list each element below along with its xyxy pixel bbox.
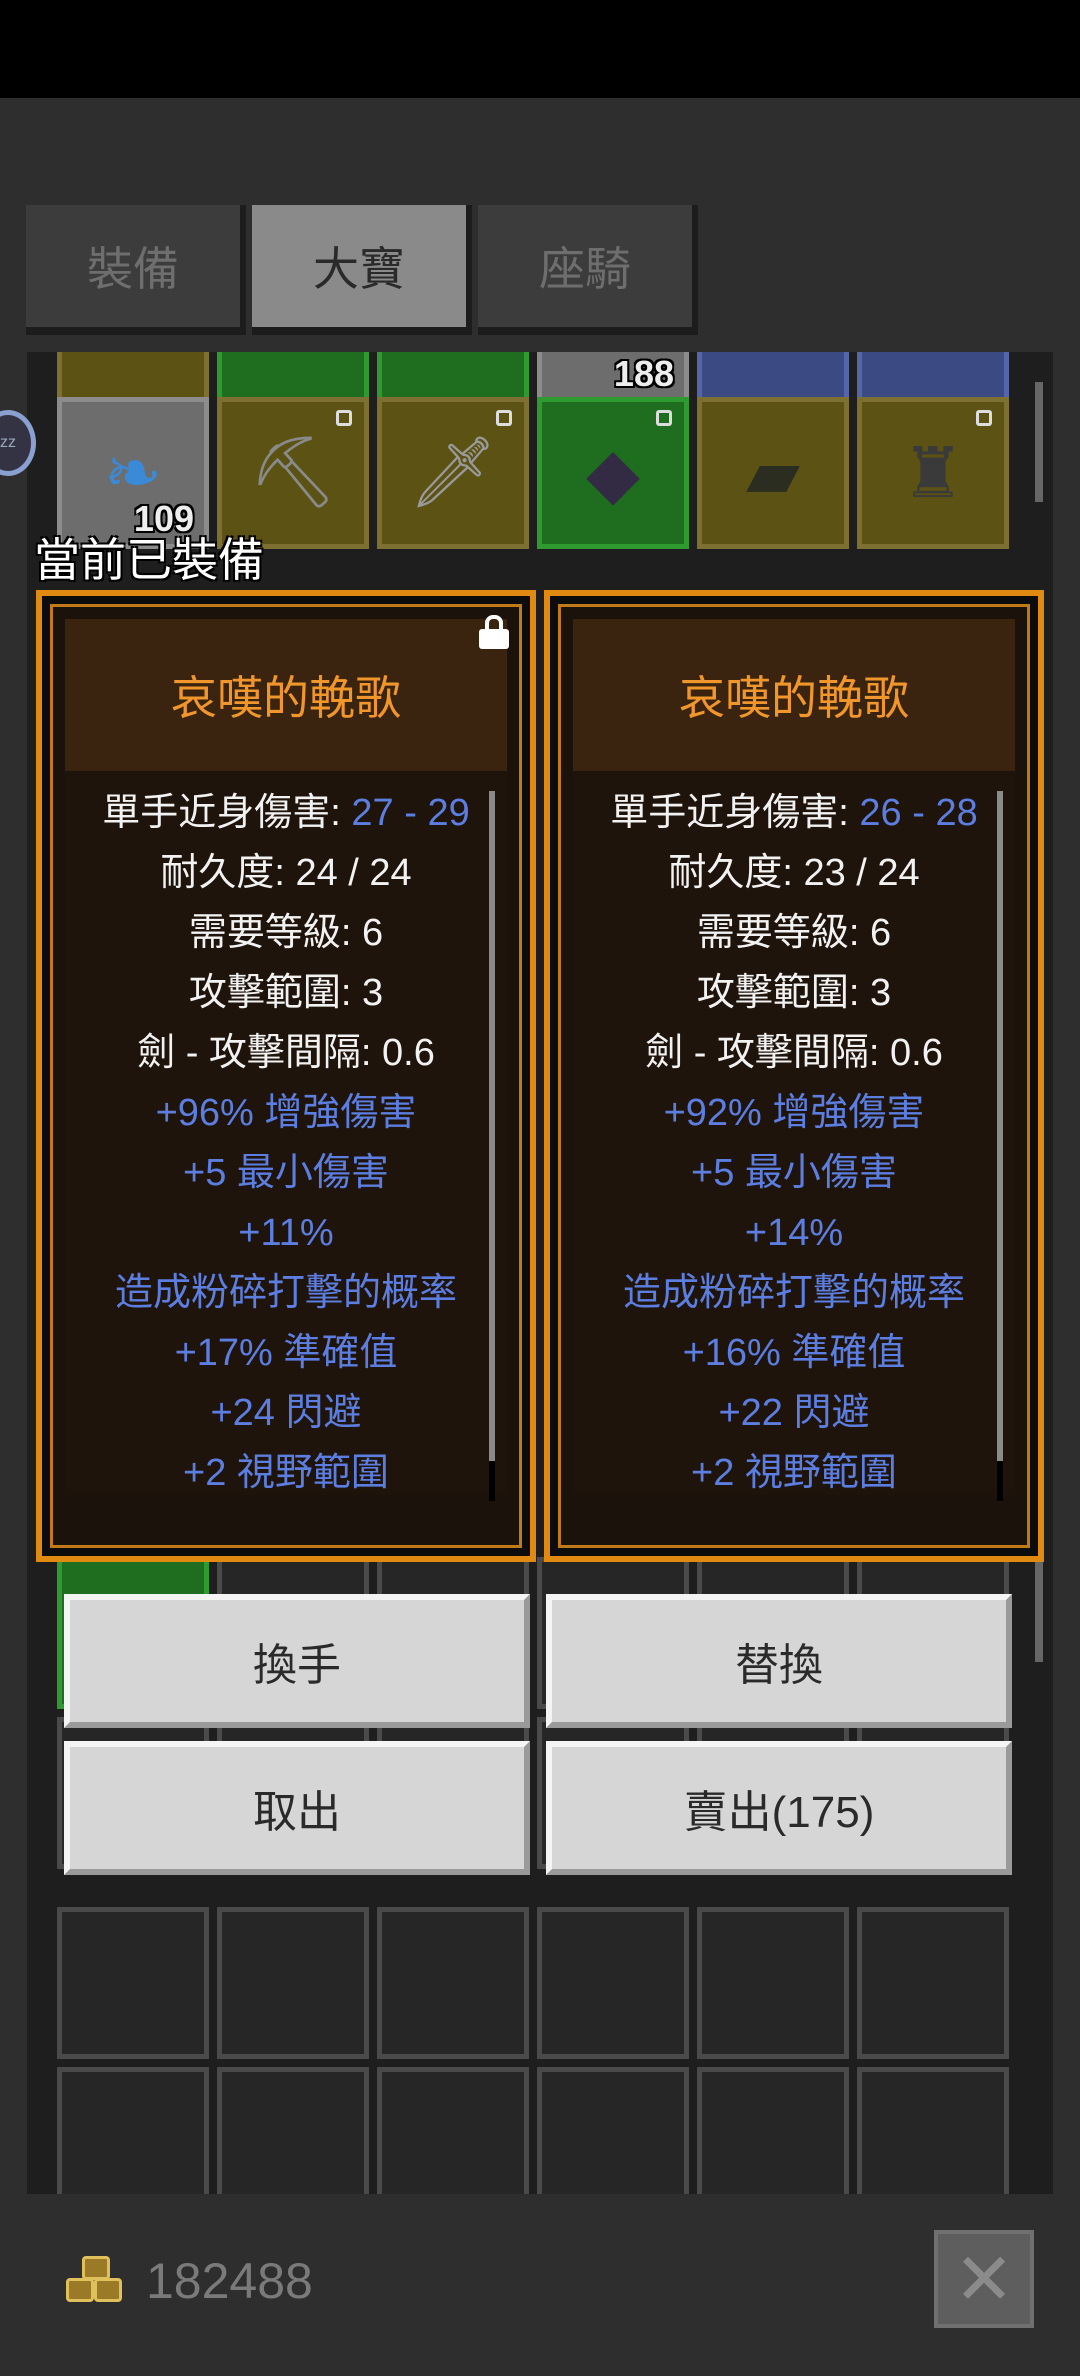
card-scrollbar[interactable] — [489, 791, 495, 1461]
card-frame: 哀嘆的輓歌 單手近身傷害: 27 - 29 耐久度: 24 / 24 需要等級:… — [50, 604, 522, 1548]
inventory-slot[interactable] — [217, 2067, 369, 2194]
frame-corner-ornament — [544, 1528, 578, 1562]
modifier: +24 閃避 — [210, 1392, 362, 1434]
tab-mount[interactable]: 座騎 — [478, 205, 698, 335]
card-frame: 哀嘆的輓歌 單手近身傷害: 26 - 28 耐久度: 23 / 24 需要等級:… — [558, 604, 1030, 1548]
stat-required-level: 需要等級: 6 — [696, 912, 892, 954]
frame-corner-ornament — [502, 1528, 536, 1562]
modifier: +2 視野範圍 — [183, 1452, 389, 1494]
status-bar — [0, 0, 1080, 98]
inventory-slot[interactable] — [697, 1907, 849, 2059]
inventory-slot[interactable] — [537, 1907, 689, 2059]
inventory-slot[interactable]: ♜ — [857, 397, 1009, 549]
frame-corner-ornament — [36, 590, 70, 624]
stat-damage: 單手近身傷害: 27 - 29 — [102, 792, 470, 834]
inventory-slot[interactable] — [57, 1907, 209, 2059]
inventory-slot[interactable] — [857, 2067, 1009, 2194]
gold-amount: 182488 — [146, 2253, 313, 2309]
modifier: +5 最小傷害 — [691, 1152, 897, 1194]
gold-coins-icon — [66, 2256, 126, 2310]
modifier: +11% — [238, 1212, 334, 1254]
modifier: 造成粉碎打擊的概率 — [114, 1272, 457, 1314]
inventory-slot[interactable]: ◆ — [537, 397, 689, 549]
item-quantity: 188 — [613, 353, 674, 394]
tab-treasure[interactable]: 大寶 — [252, 205, 472, 335]
currently-equipped-label: 當前已裝備 — [34, 534, 264, 586]
modifier: +16% 準確值 — [682, 1332, 906, 1374]
tab-equipment[interactable]: 裝備 — [26, 205, 246, 335]
inventory-slot[interactable]: 🗡 — [377, 397, 529, 549]
frame-corner-ornament — [1010, 590, 1044, 624]
frame-corner-ornament — [1010, 1528, 1044, 1562]
stat-list: 單手近身傷害: 26 - 28 耐久度: 23 / 24 需要等級: 6 攻擊範… — [573, 771, 1015, 1503]
modifier: +17% 準確值 — [174, 1332, 398, 1374]
inventory-slot[interactable] — [377, 2067, 529, 2194]
pickaxe-icon: ⛏ — [248, 433, 338, 511]
inventory-slot[interactable] — [697, 2067, 849, 2194]
inventory-slot[interactable] — [57, 2067, 209, 2194]
modifier: 造成粉碎打擊的概率 — [622, 1272, 965, 1314]
stat-durability: 耐久度: 23 / 24 — [668, 852, 920, 894]
modifier: +5 最小傷害 — [183, 1152, 389, 1194]
modifier: +14% — [744, 1212, 844, 1254]
equipped-item-card: 哀嘆的輓歌 單手近身傷害: 27 - 29 耐久度: 24 / 24 需要等級:… — [36, 590, 536, 1562]
stat-required-level: 需要等級: 6 — [188, 912, 384, 954]
card-scrollbar-track — [997, 1461, 1003, 1501]
inventory-slot[interactable] — [857, 1907, 1009, 2059]
item-stats-panel[interactable]: 單手近身傷害: 27 - 29 耐久度: 24 / 24 需要等級: 6 攻擊範… — [65, 771, 507, 1501]
inventory-slot[interactable]: ▰ — [697, 397, 849, 549]
stat-attack-interval: 劍 - 攻擊間隔: 0.6 — [137, 1032, 435, 1074]
inventory-scrollbar[interactable] — [1035, 382, 1043, 502]
modifier: +92% 增強傷害 — [663, 1092, 925, 1134]
horned-helmet-icon: ♜ — [901, 434, 965, 512]
frame-corner-ornament — [544, 590, 578, 624]
stat-damage: 單手近身傷害: 26 - 28 — [610, 792, 978, 834]
card-scrollbar-track — [489, 1461, 495, 1501]
inventory-slot[interactable] — [217, 1907, 369, 2059]
stat-attack-range: 攻擊範圍: 3 — [696, 972, 892, 1014]
stat-attack-interval: 劍 - 攻擊間隔: 0.6 — [645, 1032, 943, 1074]
tab-bar: 裝備 大寶 座騎 — [26, 205, 698, 335]
dagger-icon: 🗡 — [408, 433, 498, 511]
item-title: 哀嘆的輓歌 — [573, 619, 1015, 771]
armor-icon: ▰ — [746, 434, 800, 512]
sell-button[interactable]: 賣出(175) — [546, 1741, 1012, 1875]
close-button[interactable]: ✕ — [934, 2230, 1034, 2328]
item-title: 哀嘆的輓歌 — [65, 619, 507, 771]
modifier: +96% 增強傷害 — [155, 1092, 417, 1134]
item-stats-panel[interactable]: 單手近身傷害: 26 - 28 耐久度: 23 / 24 需要等級: 6 攻擊範… — [573, 771, 1015, 1501]
replace-button[interactable]: 替換 — [546, 1594, 1012, 1728]
helmet-icon: ◆ — [586, 434, 640, 512]
inventory-scrollbar-thumb[interactable] — [1035, 1552, 1043, 1662]
stat-attack-range: 攻擊範圍: 3 — [188, 972, 384, 1014]
take-out-button[interactable]: 取出 — [64, 1741, 530, 1875]
stat-durability: 耐久度: 24 / 24 — [160, 852, 412, 894]
inventory-slot[interactable] — [377, 1907, 529, 2059]
close-x-icon: ✕ — [953, 2240, 1015, 2320]
inventory-slot[interactable] — [537, 2067, 689, 2194]
frame-corner-ornament — [36, 1528, 70, 1562]
swap-hand-button[interactable]: 換手 — [64, 1594, 530, 1728]
card-scrollbar[interactable] — [997, 791, 1003, 1461]
modifier: +2 視野範圍 — [691, 1452, 897, 1494]
selected-item-card: 哀嘆的輓歌 單手近身傷害: 26 - 28 耐久度: 23 / 24 需要等級:… — [544, 590, 1044, 1562]
modifier: +22 閃避 — [718, 1392, 870, 1434]
frame-corner-ornament — [502, 590, 536, 624]
stat-list: 單手近身傷害: 27 - 29 耐久度: 24 / 24 需要等級: 6 攻擊範… — [65, 771, 507, 1503]
